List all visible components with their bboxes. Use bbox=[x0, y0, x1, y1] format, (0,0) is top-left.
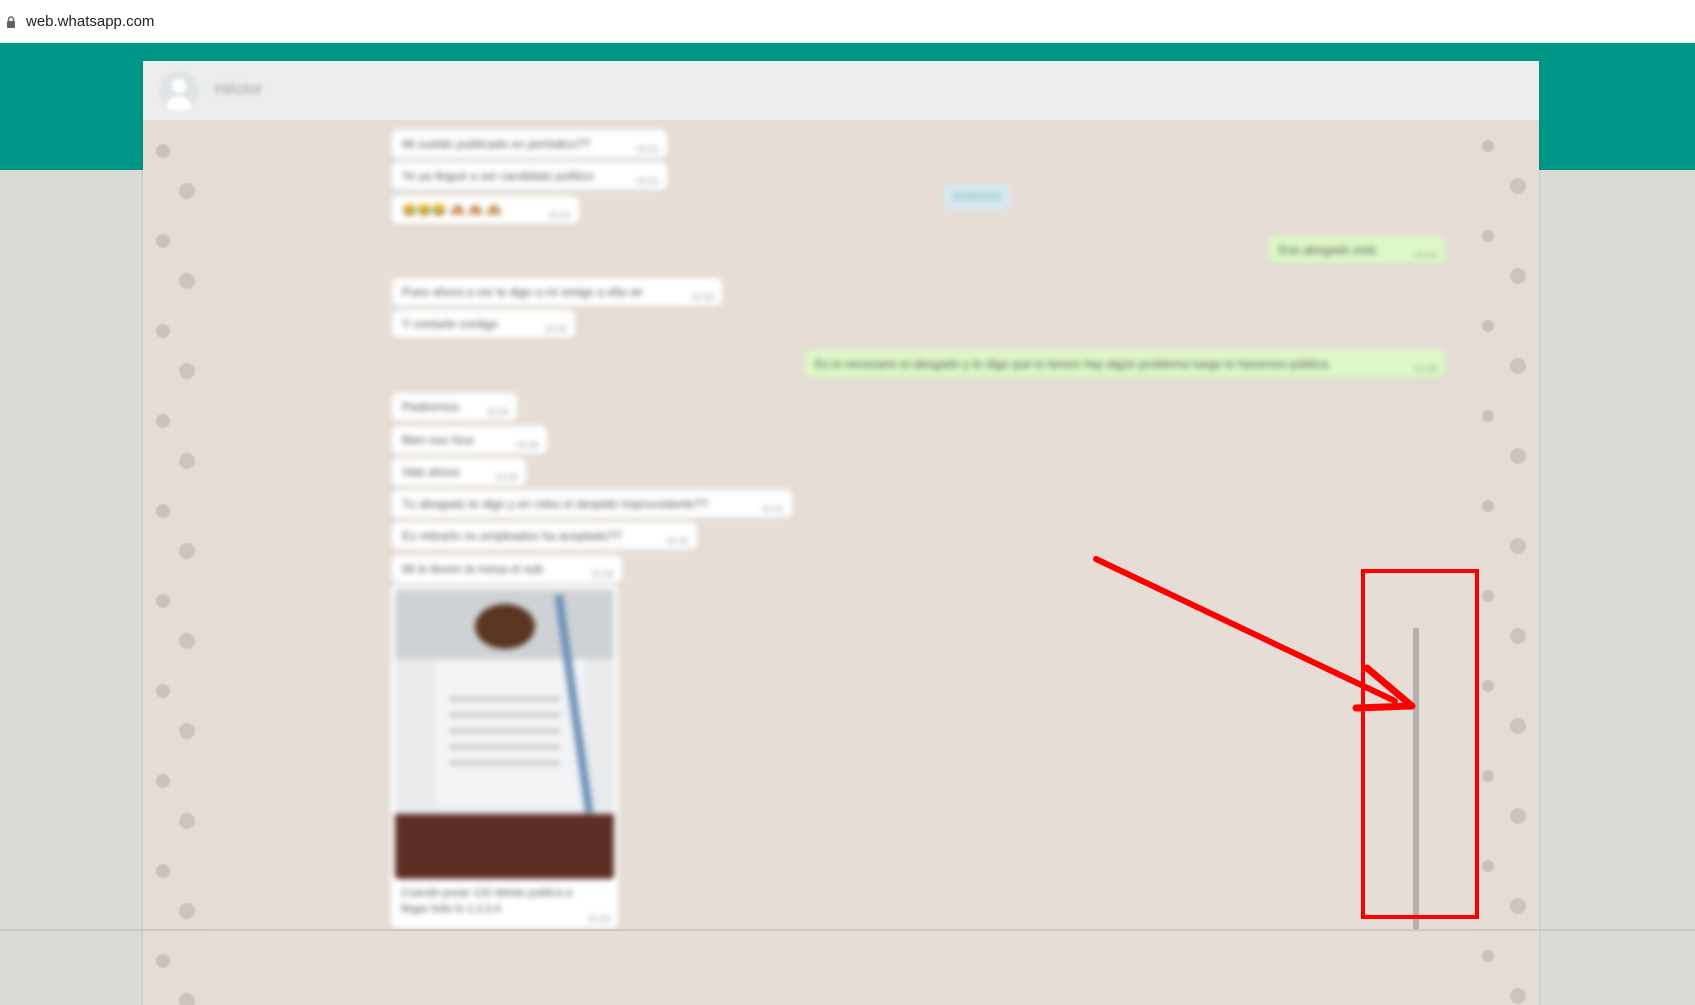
incoming-message[interactable]: Es retirarlo no empleados ha aceptado?? 1… bbox=[392, 522, 697, 550]
message-text: Tu abogado te digo y en roles el despido… bbox=[402, 497, 708, 511]
message-time: 10:30 bbox=[486, 407, 509, 417]
contact-name[interactable]: Héctor bbox=[215, 81, 262, 99]
outgoing-message[interactable]: Ese abogado está 10:24 bbox=[1269, 236, 1445, 264]
message-time: 10:28 bbox=[1414, 364, 1437, 374]
message-time: 10:21 bbox=[636, 176, 659, 186]
message-text: Vale ahora bbox=[402, 465, 460, 479]
message-time: 10:30 bbox=[516, 440, 539, 450]
blurred-messages: 22/9/2020 Mi sueldo publicado en periódi… bbox=[207, 121, 1473, 1005]
wallpaper-doodles-right bbox=[1473, 121, 1539, 1005]
incoming-message[interactable]: 😂😂😂 🙈 🙈 🙈 10:21 bbox=[392, 196, 579, 224]
date-chip-label: 22/9/2020 bbox=[952, 191, 1002, 203]
message-text: 😂😂😂 🙈 🙈 🙈 bbox=[402, 203, 502, 217]
outgoing-message[interactable]: Es lo necesario el abogado y te diga que… bbox=[805, 350, 1445, 378]
page-bottom-edge bbox=[0, 929, 1695, 931]
message-time: 10:24 bbox=[1414, 250, 1437, 260]
photo-bottom bbox=[395, 814, 614, 879]
incoming-message[interactable]: Pues ahora a ver le digo a mi amigo a el… bbox=[392, 278, 722, 306]
incoming-message[interactable]: Y contarle contigo 10:26 bbox=[392, 310, 575, 338]
url-text[interactable]: web.whatsapp.com bbox=[26, 13, 154, 30]
photo-object bbox=[475, 604, 535, 649]
avatar-head bbox=[172, 79, 186, 93]
incoming-message[interactable]: Vale ahora 10:30 bbox=[392, 458, 526, 486]
photo-thumbnail[interactable] bbox=[395, 589, 614, 879]
date-chip: 22/9/2020 bbox=[944, 185, 1010, 209]
chat-header[interactable]: Héctor bbox=[143, 61, 1539, 121]
message-time: 10:26 bbox=[691, 292, 714, 302]
message-time: 10:26 bbox=[544, 324, 567, 334]
avatar-body bbox=[166, 96, 192, 111]
message-text: Es retirarlo no empleados ha aceptado?? bbox=[402, 529, 622, 543]
message-text: Mi lo lleven la mesa el sub bbox=[402, 562, 543, 576]
message-text: Pediremos bbox=[402, 400, 460, 414]
wallpaper-doodles-left bbox=[143, 121, 207, 1005]
message-text: Ese abogado está bbox=[1279, 243, 1376, 257]
photo-writing bbox=[450, 684, 560, 774]
message-time: 10:21 bbox=[636, 144, 659, 154]
message-time: 10:21 bbox=[548, 210, 571, 220]
message-text: Bien eso hice bbox=[402, 433, 475, 447]
message-list[interactable]: 22/9/2020 Mi sueldo publicado en periódi… bbox=[207, 121, 1473, 1005]
annotation-highlight-box bbox=[1361, 569, 1479, 919]
incoming-message[interactable]: Tu abogado te digo y en roles el despido… bbox=[392, 490, 792, 518]
incoming-message[interactable]: Mi sueldo publicado en periódico?? 10:21 bbox=[392, 130, 667, 158]
incoming-message[interactable]: Yo ya llegué a ser candidato político 10:… bbox=[392, 162, 667, 190]
lock-icon[interactable] bbox=[6, 16, 16, 28]
message-time: 10:31 bbox=[761, 504, 784, 514]
message-text: Mi sueldo publicado en periódico?? bbox=[402, 137, 591, 151]
image-message[interactable]: Cuando pusar 120 detrás publica a llegar… bbox=[391, 585, 618, 928]
message-text: Yo ya llegué a ser candidato político bbox=[402, 169, 594, 183]
incoming-message[interactable]: Bien eso hice 10:30 bbox=[392, 426, 547, 454]
message-time: 10:31 bbox=[666, 536, 689, 546]
incoming-message[interactable]: Mi lo lleven la mesa el sub 10:31 bbox=[392, 555, 622, 583]
address-bar[interactable]: web.whatsapp.com bbox=[0, 0, 1695, 43]
message-time: 10:31 bbox=[591, 569, 614, 579]
message-time: 10:30 bbox=[495, 472, 518, 482]
whatsapp-window: Héctor 22/9/2020 Mi sueldo publicado en … bbox=[143, 61, 1539, 1005]
message-time: 10:33 bbox=[587, 914, 610, 924]
message-text: Y contarle contigo bbox=[402, 317, 498, 331]
contact-avatar[interactable] bbox=[159, 71, 199, 111]
message-text: Es lo necesario el abogado y te diga que… bbox=[815, 357, 1329, 371]
incoming-message[interactable]: Pediremos 10:30 bbox=[392, 393, 517, 421]
message-text: Pues ahora a ver le digo a mi amigo a el… bbox=[402, 285, 643, 299]
image-caption: Cuando pusar 120 detrás publica a llegar… bbox=[401, 887, 573, 915]
